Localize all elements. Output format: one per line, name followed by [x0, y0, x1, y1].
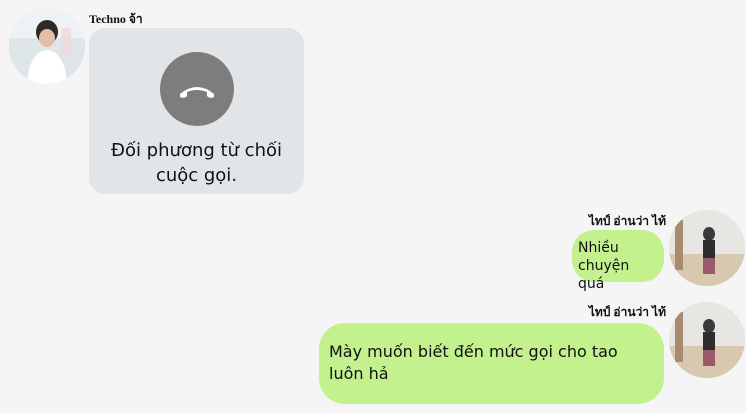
avatar[interactable] [669, 302, 745, 378]
sender-name: ไทป์ อ่านว่า ไท้ [588, 214, 666, 228]
message-bubble[interactable]: Nhiều chuyện quá [572, 230, 664, 292]
avatar[interactable] [9, 8, 85, 84]
declined-call-icon [160, 52, 234, 126]
avatar[interactable] [669, 210, 745, 286]
sender-name: ไทป์ อ่านว่า ไท้ [588, 305, 666, 319]
call-status-text: Đối phương từ chối cuộc gọi. [111, 140, 282, 186]
sender-name: Techno จ้า [89, 12, 143, 26]
message-bubble[interactable]: Mày muốn biết đến mức gọi cho tao luôn h… [319, 323, 664, 404]
avatar-photo [669, 210, 745, 286]
declined-call-card[interactable]: Đối phương từ chối cuộc gọi. [89, 28, 304, 194]
avatar-photo [669, 302, 745, 378]
avatar-photo [9, 8, 85, 84]
